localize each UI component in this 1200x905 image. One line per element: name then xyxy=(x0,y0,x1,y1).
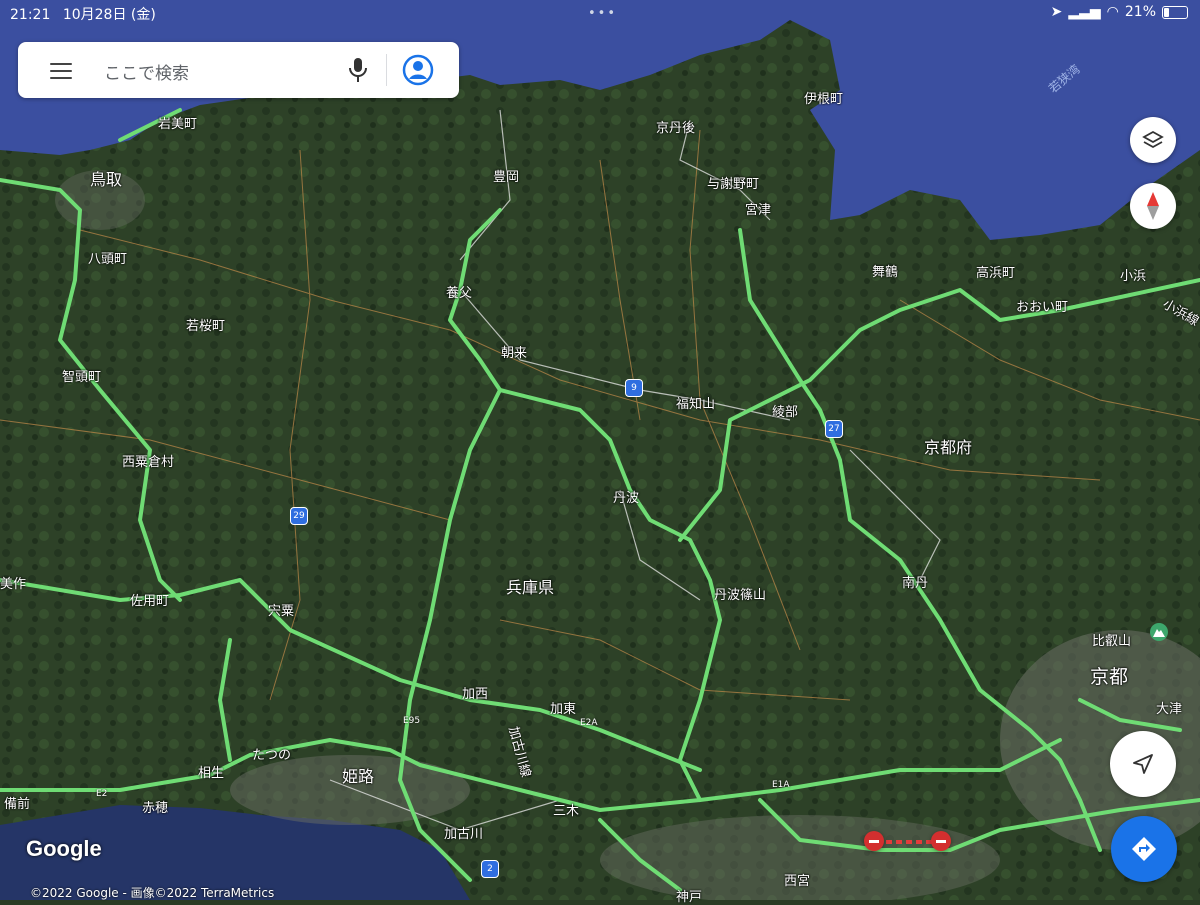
route-shield[interactable]: 29 xyxy=(290,507,308,525)
city-label[interactable]: 南丹 xyxy=(902,572,928,591)
compass-button[interactable] xyxy=(1130,183,1176,229)
status-date: 10月28日 (金) xyxy=(62,7,156,23)
city-label[interactable]: 舞鶴 xyxy=(872,261,898,280)
city-label[interactable]: 伊根町 xyxy=(804,88,843,107)
battery-percent: 21% xyxy=(1124,4,1156,20)
compass-icon xyxy=(1147,192,1159,220)
wifi-icon: ◠ xyxy=(1106,4,1119,20)
city-label[interactable]: 八頭町 xyxy=(88,248,127,267)
city-label[interactable]: 佐用町 xyxy=(130,590,169,609)
my-location-button[interactable] xyxy=(1110,731,1176,797)
peak-label[interactable]: 比叡山 xyxy=(1092,630,1131,649)
city-label[interactable]: たつの xyxy=(252,744,291,763)
directions-button[interactable] xyxy=(1111,816,1177,882)
microphone-icon[interactable] xyxy=(346,56,370,84)
battery-icon xyxy=(1162,5,1188,19)
city-label[interactable]: 高浜町 xyxy=(976,262,1015,281)
city-label[interactable]: 智頭町 xyxy=(62,366,101,385)
city-label[interactable]: 岩美町 xyxy=(158,113,197,132)
city-label[interactable]: 丹波篠山 xyxy=(714,584,766,603)
multitasking-dots-icon[interactable]: ••• xyxy=(588,6,617,21)
expressway-label[interactable]: E1A xyxy=(772,780,790,790)
directions-icon xyxy=(1132,837,1156,861)
city-label[interactable]: 美作 xyxy=(0,573,26,592)
satellite-map[interactable] xyxy=(0,0,1200,900)
map-attribution: ©2022 Google - 画像©2022 TerraMetrics xyxy=(30,886,275,900)
city-label[interactable]: 大津 xyxy=(1156,698,1182,717)
expressway-label[interactable]: E2 xyxy=(96,789,107,799)
city-label[interactable]: 鳥取 xyxy=(90,166,122,190)
city-label[interactable]: 西粟倉村 xyxy=(122,451,174,470)
mountain-icon[interactable] xyxy=(1150,623,1168,641)
navigation-arrow-icon xyxy=(1133,754,1153,774)
city-label[interactable]: 与謝野町 xyxy=(707,173,759,192)
city-label[interactable]: おおい町 xyxy=(1016,296,1068,315)
route-shield[interactable]: 2 xyxy=(481,860,499,878)
status-bar: 21:21 10月28日 (金) ••• ➤ ▂▃▅ ◠ 21% xyxy=(0,0,1200,26)
city-label[interactable]: 福知山 xyxy=(676,393,715,412)
search-input[interactable]: ここで検索 xyxy=(104,59,189,84)
city-label[interactable]: 朝来 xyxy=(501,342,527,361)
menu-icon[interactable] xyxy=(50,63,72,79)
search-bar[interactable]: ここで検索 xyxy=(18,42,459,98)
city-label[interactable]: 三木 xyxy=(553,800,579,819)
region-label: 兵庫県 xyxy=(506,578,555,597)
city-label[interactable]: 京丹後 xyxy=(656,117,695,136)
layers-icon xyxy=(1142,130,1164,149)
city-label[interactable]: 綾部 xyxy=(772,401,798,420)
search-divider xyxy=(386,54,387,86)
city-label[interactable]: 赤穂 xyxy=(142,797,168,816)
city-label[interactable]: 加西 xyxy=(462,683,488,702)
route-shield[interactable]: 27 xyxy=(825,420,843,438)
region-label: 京都府 xyxy=(924,438,973,457)
city-label[interactable]: 養父 xyxy=(446,282,472,301)
city-label[interactable]: 宮津 xyxy=(745,199,771,218)
city-label[interactable]: 小浜 xyxy=(1120,265,1146,284)
city-label[interactable]: 神戸 xyxy=(676,886,702,905)
expressway-label[interactable]: E95 xyxy=(403,716,420,726)
city-label[interactable]: 丹波 xyxy=(613,487,639,506)
expressway-label[interactable]: E2A xyxy=(580,718,598,728)
city-label[interactable]: 若桜町 xyxy=(186,315,225,334)
road-closure-icon[interactable] xyxy=(864,831,884,851)
city-label[interactable]: 宍粟 xyxy=(268,600,294,619)
road-closure-icon[interactable] xyxy=(931,831,951,851)
signal-icon: ▂▃▅ xyxy=(1068,4,1101,20)
city-label[interactable]: 加東 xyxy=(550,698,576,717)
route-shield[interactable]: 9 xyxy=(625,379,643,397)
city-label[interactable]: 豊岡 xyxy=(493,166,519,185)
location-arrow-icon: ➤ xyxy=(1050,4,1063,20)
layers-button[interactable] xyxy=(1130,117,1176,163)
city-label[interactable]: 西宮 xyxy=(784,870,810,889)
status-time: 21:21 xyxy=(10,7,51,23)
google-logo: Google xyxy=(26,836,102,861)
city-label[interactable]: 京都 xyxy=(1090,662,1128,689)
city-label[interactable]: 姫路 xyxy=(342,763,374,787)
city-label[interactable]: 相生 xyxy=(198,762,224,781)
city-label[interactable]: 備前 xyxy=(4,793,30,812)
city-label[interactable]: 加古川 xyxy=(444,823,483,842)
account-icon[interactable] xyxy=(402,54,434,86)
